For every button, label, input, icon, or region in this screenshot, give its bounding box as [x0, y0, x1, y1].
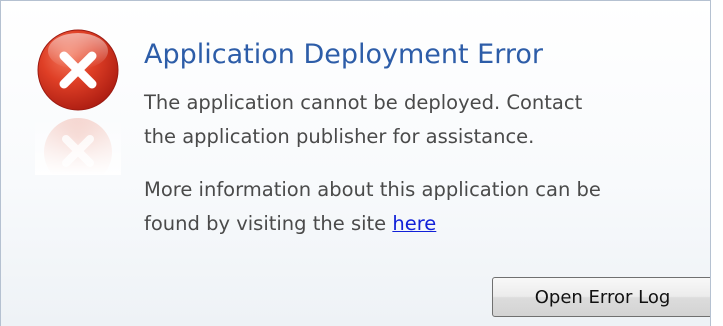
more-info-line-2: found by visiting the site	[144, 212, 393, 235]
error-message-line-1: The application cannot be deployed. Cont…	[144, 91, 583, 114]
more-info-text: More information about this application …	[144, 173, 601, 241]
more-info-line-1: More information about this application …	[144, 178, 601, 201]
open-error-log-button[interactable]: Open Error Log	[492, 277, 710, 317]
dialog-title: Application Deployment Error	[144, 39, 543, 70]
info-site-link[interactable]: here	[392, 212, 436, 235]
error-message: The application cannot be deployed. Cont…	[144, 86, 582, 154]
error-dialog: Application Deployment Error The applica…	[0, 0, 711, 326]
error-x-icon	[35, 29, 121, 175]
error-message-line-2: the application publisher for assistance…	[144, 125, 535, 148]
